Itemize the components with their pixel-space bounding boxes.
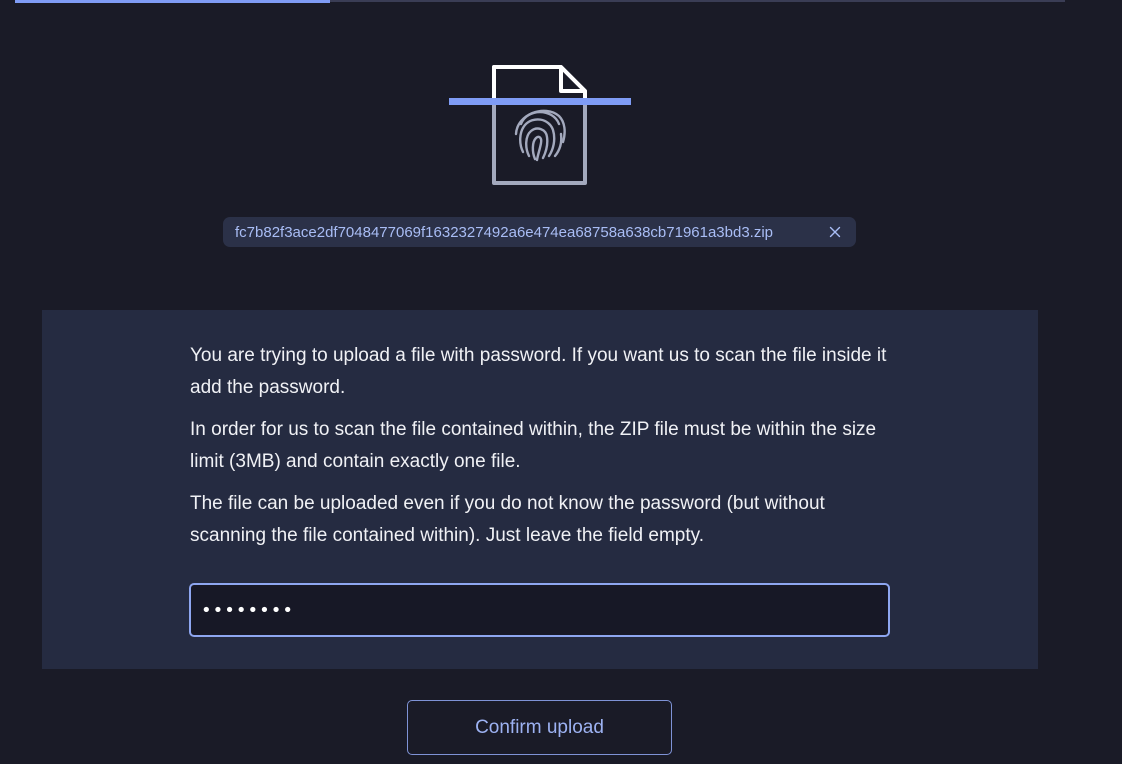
upload-page: fc7b82f3ace2df7048477069f1632327492a6e47… (0, 0, 1122, 764)
uploaded-file-chip: fc7b82f3ace2df7048477069f1632327492a6e47… (223, 217, 856, 247)
password-instructions: You are trying to upload a file with pas… (190, 340, 890, 562)
fingerprint-document-icon (449, 65, 631, 185)
upload-progress-bar (15, 0, 1065, 3)
password-panel: You are trying to upload a file with pas… (42, 310, 1038, 669)
password-input[interactable] (190, 584, 889, 636)
confirm-upload-button[interactable]: Confirm upload (407, 700, 672, 755)
upload-progress-fill (15, 0, 330, 3)
instruction-paragraph-2: In order for us to scan the file contain… (190, 419, 877, 472)
instruction-paragraph-3: The file can be uploaded even if you do … (190, 493, 825, 546)
remove-file-button[interactable] (826, 223, 844, 241)
file-name: fc7b82f3ace2df7048477069f1632327492a6e47… (235, 223, 774, 241)
instruction-paragraph-1: You are trying to upload a file with pas… (190, 345, 887, 398)
close-icon (829, 226, 841, 238)
